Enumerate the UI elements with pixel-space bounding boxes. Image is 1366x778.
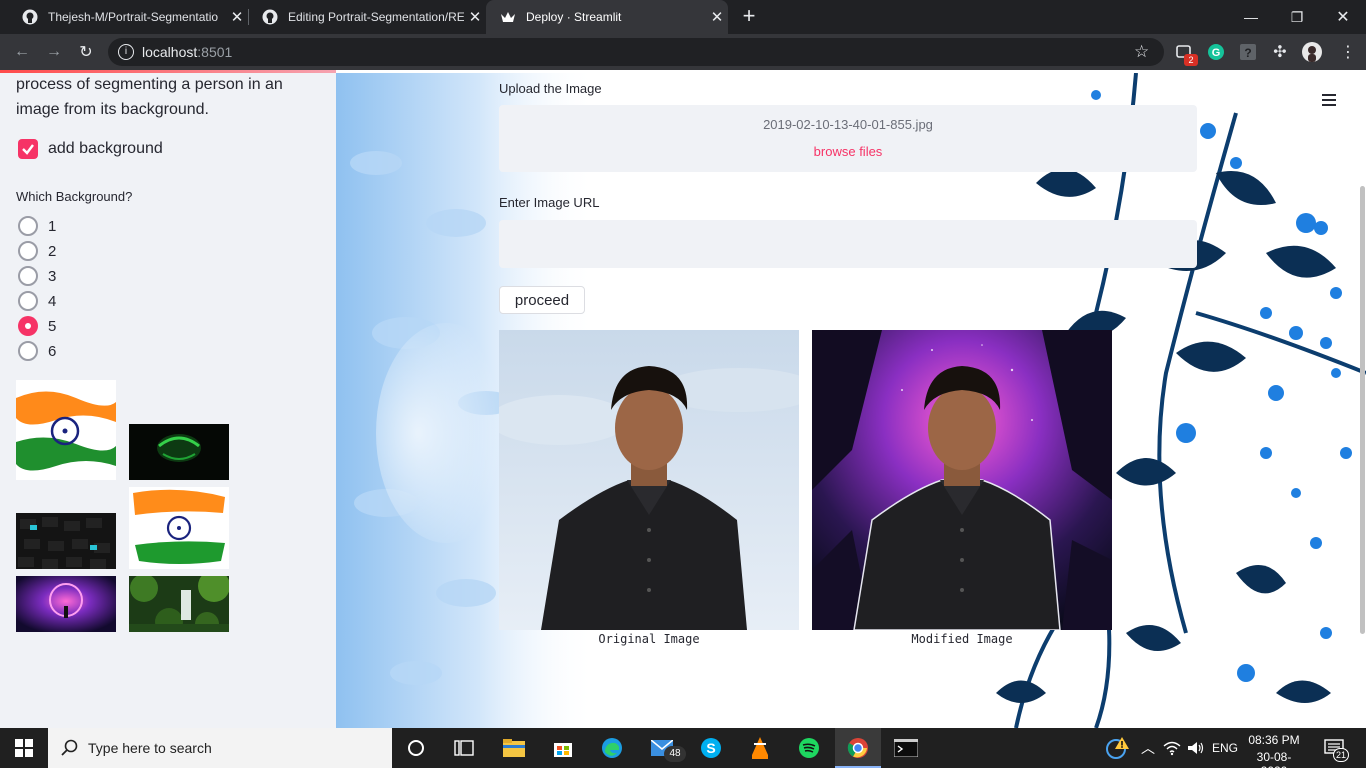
profile-avatar[interactable] xyxy=(1302,42,1322,62)
close-tab-icon[interactable]: ✕ xyxy=(226,8,248,26)
original-image xyxy=(499,330,799,630)
background-thumbnail-green-abstract xyxy=(129,424,229,480)
close-window-icon[interactable]: ✕ xyxy=(1320,0,1366,34)
restore-icon[interactable]: ❐ xyxy=(1274,0,1320,34)
image-url-input[interactable] xyxy=(499,220,1197,268)
back-icon[interactable]: ← xyxy=(10,40,34,64)
svg-text:S: S xyxy=(706,740,715,756)
add-background-checkbox[interactable] xyxy=(18,139,38,159)
volume-icon[interactable] xyxy=(1184,736,1208,760)
radio-option-1[interactable] xyxy=(18,216,38,236)
chrome-icon[interactable] xyxy=(846,736,870,760)
radio-label-6[interactable]: 6 xyxy=(48,343,56,360)
spotify-icon[interactable] xyxy=(797,736,821,760)
bookmark-star-icon[interactable]: ☆ xyxy=(1134,42,1149,62)
radio-option-3[interactable] xyxy=(18,266,38,286)
terminal-icon[interactable] xyxy=(894,736,918,760)
github-icon xyxy=(262,9,278,25)
clock-date[interactable]: 30-08-2020 xyxy=(1244,750,1304,778)
cortana-icon[interactable] xyxy=(404,736,428,760)
task-view-icon[interactable] xyxy=(452,736,476,760)
streamlit-crown-icon xyxy=(500,9,516,25)
tab-editing-readme[interactable]: Editing Portrait-Segmentation/RE ✕ xyxy=(248,0,486,34)
site-info-icon[interactable]: i xyxy=(118,44,134,60)
microsoft-store-icon[interactable] xyxy=(551,736,575,760)
close-tab-icon[interactable]: ✕ xyxy=(706,8,728,26)
file-uploader-dropzone[interactable] xyxy=(499,105,1197,172)
github-icon xyxy=(22,9,38,25)
vlc-icon[interactable] xyxy=(748,736,772,760)
proceed-button[interactable]: proceed xyxy=(499,286,585,314)
tab-title: Thejesh-M/Portrait-Segmentatio xyxy=(48,10,219,24)
new-tab-button[interactable]: + xyxy=(738,5,760,29)
radio-label-5[interactable]: 5 xyxy=(48,318,56,335)
address-bar[interactable] xyxy=(108,38,1164,66)
edge-browser-icon[interactable] xyxy=(600,736,624,760)
background-thumbnail-dark-cubes xyxy=(16,513,116,569)
which-background-label: Which Background? xyxy=(16,189,133,204)
tab-title: Editing Portrait-Segmentation/RE xyxy=(288,10,464,24)
skype-icon[interactable]: S xyxy=(699,736,723,760)
tab-title: Deploy · Streamlit xyxy=(526,10,622,24)
svg-text:G: G xyxy=(1212,47,1221,59)
help-extension-icon[interactable]: ? xyxy=(1238,42,1258,62)
upload-image-label: Upload the Image xyxy=(499,81,602,96)
clock-time[interactable]: 08:36 PM xyxy=(1244,733,1304,747)
reload-icon[interactable]: ↻ xyxy=(74,40,98,64)
background-thumbnail-purple-portal xyxy=(16,576,116,632)
check-icon xyxy=(22,144,34,155)
radio-label-1[interactable]: 1 xyxy=(48,218,56,235)
radio-label-2[interactable]: 2 xyxy=(48,243,56,260)
svg-text:?: ? xyxy=(1244,46,1251,60)
add-background-label[interactable]: add background xyxy=(48,140,163,158)
radio-option-6[interactable] xyxy=(18,341,38,361)
radio-option-2[interactable] xyxy=(18,241,38,261)
forward-icon[interactable]: → xyxy=(42,40,66,64)
search-placeholder: Type here to search xyxy=(88,740,212,756)
browse-files-link[interactable]: browse files xyxy=(499,144,1197,159)
modified-image-caption: Modified Image xyxy=(911,632,1013,646)
chrome-menu-icon[interactable]: ⋮ xyxy=(1340,42,1356,62)
background-thumbnail-flag-wave xyxy=(16,380,116,480)
url-text: localhost:8501 xyxy=(142,44,233,60)
notification-count-badge: 21 xyxy=(1333,748,1349,762)
radio-option-4[interactable] xyxy=(18,291,38,311)
radio-label-3[interactable]: 3 xyxy=(48,268,56,285)
grammarly-icon[interactable]: G xyxy=(1206,42,1226,62)
minimize-icon[interactable]: — xyxy=(1228,0,1274,34)
defender-warning-icon[interactable] xyxy=(1106,736,1130,760)
search-icon xyxy=(60,738,80,758)
file-explorer-icon[interactable] xyxy=(502,736,526,760)
close-tab-icon[interactable]: ✕ xyxy=(464,8,486,26)
mail-badge: 48 xyxy=(664,746,686,762)
wifi-icon[interactable] xyxy=(1160,736,1184,760)
windows-start-icon[interactable] xyxy=(12,736,36,760)
original-image-caption: Original Image xyxy=(598,632,700,646)
radio-label-4[interactable]: 4 xyxy=(48,293,56,310)
radio-option-5-selected[interactable] xyxy=(18,316,38,336)
image-url-label: Enter Image URL xyxy=(499,195,600,210)
uploaded-file-name: 2019-02-10-13-40-01-855.jpg xyxy=(763,117,933,132)
tab-github-repo[interactable]: Thejesh-M/Portrait-Segmentatio ✕ xyxy=(8,0,248,34)
modified-image xyxy=(812,330,1112,630)
input-language[interactable]: ENG xyxy=(1212,741,1238,755)
page-scrollbar[interactable] xyxy=(1360,186,1365,634)
sidebar-description: process of segmenting a person in an ima… xyxy=(16,76,283,118)
show-hidden-icons-chevron-icon[interactable]: ︿ xyxy=(1136,736,1160,760)
hamburger-menu-icon[interactable] xyxy=(1320,92,1340,108)
background-thumbnail-flag-brush xyxy=(129,487,229,569)
background-thumbnail-forest-waterfall xyxy=(129,576,229,632)
puzzle-extensions-icon[interactable]: ✣ xyxy=(1270,42,1290,62)
extension-badge: 2 xyxy=(1184,54,1198,66)
tab-streamlit[interactable]: Deploy · Streamlit ✕ xyxy=(486,0,728,34)
